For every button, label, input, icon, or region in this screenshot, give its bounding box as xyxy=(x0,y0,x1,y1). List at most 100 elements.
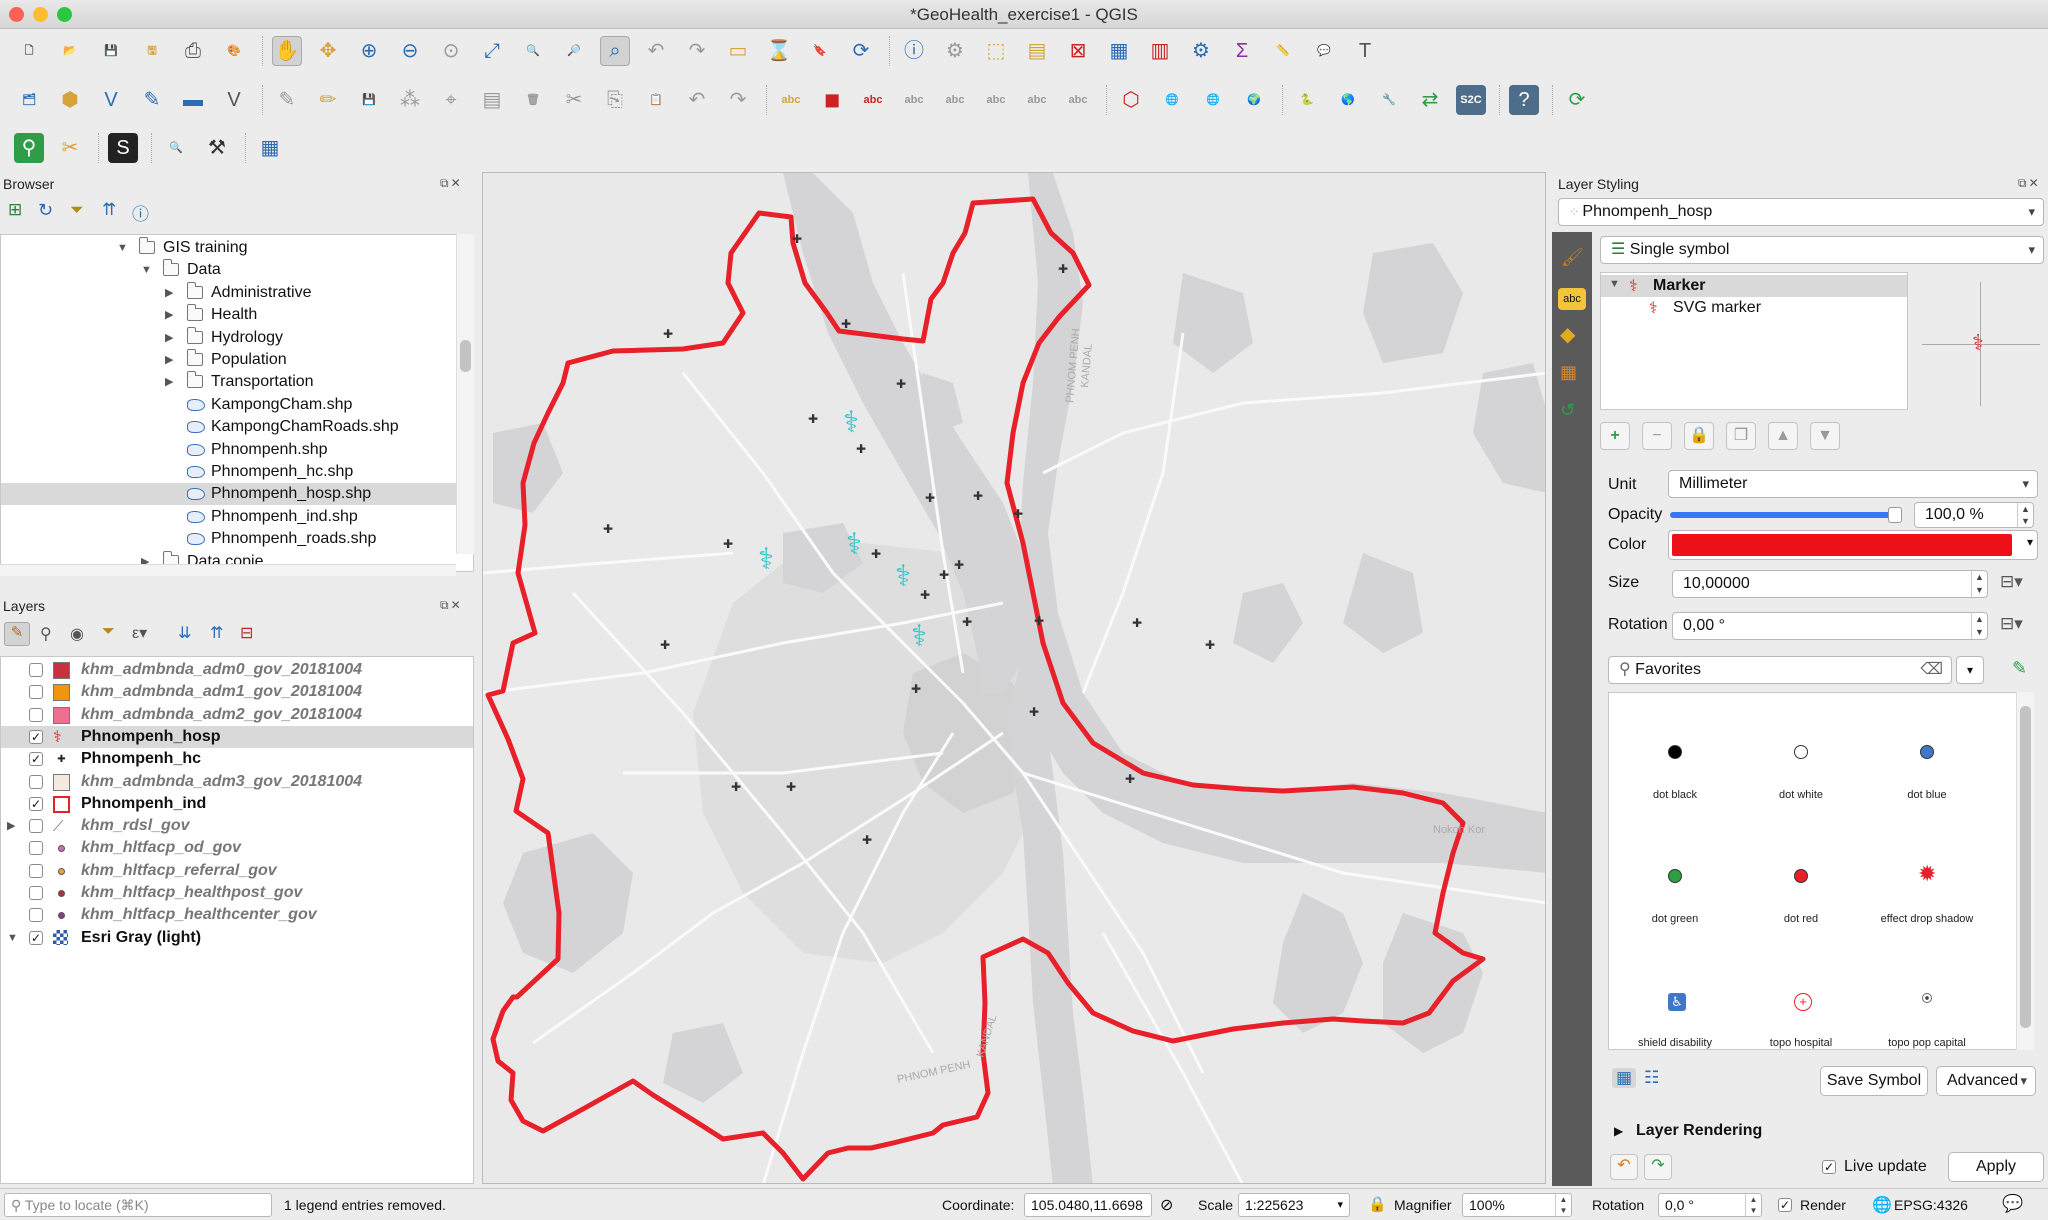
browser-panel-buttons[interactable]: ⧉✕ xyxy=(440,176,463,191)
vertex-tool-icon[interactable]: ⌖ xyxy=(436,85,466,115)
zoom-rubberband-icon[interactable]: ⊙ xyxy=(436,36,466,66)
temporal-icon[interactable]: ⌛ xyxy=(764,36,794,66)
filter-expression-icon[interactable]: ε▾ xyxy=(132,623,147,643)
layer-visibility-checkbox[interactable] xyxy=(29,663,43,677)
add-selected-icon[interactable]: ⊞ xyxy=(8,200,22,220)
cut-features-icon[interactable]: ✂ xyxy=(559,85,589,115)
label-toolbar-icon[interactable]: abc xyxy=(776,85,806,115)
layer-selector[interactable]: ⁘ Phnompenh_hosp xyxy=(1558,198,2044,226)
browser-item-caret[interactable]: ▶ xyxy=(165,304,173,326)
favorite-symbol[interactable]: ✹ effect drop shadow xyxy=(1867,831,1987,941)
browser-hscrollbar[interactable] xyxy=(0,564,456,576)
new-project-icon[interactable]: 🗋 xyxy=(14,36,44,66)
quickmap-icon[interactable]: ✂ xyxy=(55,133,85,163)
layer-item[interactable]: khm_admbnda_adm1_gov_20181004 xyxy=(1,681,473,703)
layer-item[interactable]: ▶ ⟋ khm_rdsl_gov xyxy=(1,815,473,837)
browser-item[interactable]: ▶ Population xyxy=(1,349,457,371)
size-input[interactable]: 10,00000 ▲ ▼ xyxy=(1672,570,1988,598)
python-console-icon[interactable]: 🐍 xyxy=(1292,85,1322,115)
delete-selected-icon[interactable]: 🗑 xyxy=(518,85,548,115)
toggle-extents-icon[interactable]: ⊘ xyxy=(1160,1195,1173,1215)
browser-item-caret[interactable]: ▶ xyxy=(165,371,173,393)
add-group-icon[interactable]: ⚲ xyxy=(40,624,52,644)
georeferencer-icon[interactable]: ⬡ xyxy=(1116,85,1146,115)
auth-icon[interactable]: 🔧 xyxy=(1374,85,1404,115)
save-project-icon[interactable]: 💾 xyxy=(96,36,126,66)
filter-icon[interactable]: ⏷ xyxy=(70,200,84,220)
marker-collapse-caret[interactable]: ▼ xyxy=(1609,278,1620,290)
text-annotation-icon[interactable]: T xyxy=(1350,36,1380,66)
highlight-labels-icon[interactable]: abc xyxy=(858,85,888,115)
hospital-point[interactable]: ⚕ xyxy=(895,560,911,593)
scale-lock-icon[interactable]: 🔒 xyxy=(1368,1195,1387,1213)
print-layout-icon[interactable]: ⎙ xyxy=(178,36,208,66)
processing-toolbox-icon[interactable]: ⚙ xyxy=(1186,36,1216,66)
favorite-symbol[interactable]: dot blue xyxy=(1867,707,1987,817)
browser-item[interactable]: Phnompenh_hosp.shp xyxy=(1,483,457,506)
show-bookmarks-icon[interactable]: 🔖 xyxy=(805,36,835,66)
statistics-icon[interactable]: Σ xyxy=(1227,36,1257,66)
layer-visibility-checkbox[interactable] xyxy=(29,707,43,722)
move-down-button[interactable]: ▼ xyxy=(1810,422,1840,450)
new-temp-layer-icon[interactable]: ▬ xyxy=(178,85,208,115)
favorite-symbol[interactable]: topo pop capital xyxy=(1867,955,1987,1049)
save-symbol-button[interactable]: Save Symbol xyxy=(1820,1066,1928,1096)
save-edits-icon[interactable]: 💾 xyxy=(354,85,384,115)
browser-item[interactable]: Phnompenh_ind.shp xyxy=(1,506,457,528)
style-manager-icon[interactable]: 🎨 xyxy=(219,36,249,66)
browser-item-caret[interactable]: ▼ xyxy=(141,259,152,281)
properties-icon[interactable]: ⓘ xyxy=(132,200,149,225)
favorites-grid[interactable]: dot black dot white dot blue dot green dot r… xyxy=(1608,692,2034,1050)
help-icon[interactable]: ? xyxy=(1509,85,1539,115)
zoom-to-layer-icon[interactable]: 🔎 xyxy=(559,36,589,66)
change-label-icon[interactable]: abc xyxy=(1063,85,1093,115)
layer-visibility-checkbox[interactable] xyxy=(29,886,43,900)
layer-item[interactable]: khm_hltfacp_referral_gov xyxy=(1,860,473,882)
opacity-spinner[interactable]: ▲ ▼ xyxy=(2017,503,2033,527)
symbol-tree-marker[interactable]: Marker xyxy=(1653,277,1705,295)
map-tips-icon[interactable]: 💬 xyxy=(1309,36,1339,66)
layer-item[interactable]: khm_admbnda_adm0_gov_20181004 xyxy=(1,659,473,681)
rotation-status-field[interactable]: 0,0 ° ▲ ▼ xyxy=(1658,1193,1762,1217)
remove-layer-icon[interactable]: ⊟ xyxy=(240,623,253,643)
favorite-symbol[interactable]: dot green xyxy=(1615,831,1735,941)
lock-symbol-layer-button[interactable]: 🔒 xyxy=(1684,422,1714,450)
web-globe-icon[interactable]: 🌎 xyxy=(1333,85,1363,115)
tools-icon[interactable]: ⚒ xyxy=(202,133,232,163)
magnifier-spinner[interactable]: ▲ ▼ xyxy=(1555,1194,1571,1216)
color-dropdown-icon[interactable]: ▾ xyxy=(2027,535,2033,549)
symbology-tab-icon[interactable]: 🖌 xyxy=(1561,247,1584,268)
wms-icon[interactable]: 🌐 xyxy=(1157,85,1187,115)
layer-item[interactable]: ✓ ✚ Phnompenh_hc xyxy=(1,748,473,770)
symbol-tree-svg-marker[interactable]: SVG marker xyxy=(1673,299,1761,317)
edits-icon[interactable]: ✎ xyxy=(272,85,302,115)
new-spatialite-icon[interactable]: ✎ xyxy=(137,85,167,115)
redo-edit-icon[interactable]: ↷ xyxy=(723,85,753,115)
identify-icon[interactable]: ⓘ xyxy=(899,36,929,66)
3d-tab-icon[interactable]: ◆ xyxy=(1560,322,1575,347)
move-label-icon[interactable]: abc xyxy=(981,85,1011,115)
redo-button[interactable]: ↷ xyxy=(1644,1154,1672,1180)
copy-features-icon[interactable]: ⎘ xyxy=(600,85,630,115)
size-data-defined-icon[interactable]: ⊟▾ xyxy=(2000,572,2023,592)
scale-field[interactable]: 1:225623 ▾ xyxy=(1238,1193,1350,1217)
wfs-icon[interactable]: 🌐 xyxy=(1198,85,1228,115)
zoom-window-button[interactable] xyxy=(57,7,72,22)
layer-expand-caret[interactable]: ▶ xyxy=(7,815,15,837)
new-shapefile-icon[interactable]: V xyxy=(96,85,126,115)
magnifier-field[interactable]: 100% ▲ ▼ xyxy=(1462,1193,1572,1217)
layer-visibility-checkbox[interactable]: ✓ xyxy=(29,796,43,811)
layer-visibility-checkbox[interactable]: ✓ xyxy=(29,729,43,744)
select-feature-icon[interactable]: ⬚ xyxy=(981,36,1011,66)
live-update-checkbox[interactable]: ✓ xyxy=(1822,1160,1836,1174)
layer-item[interactable]: khm_admbnda_adm3_gov_20181004 xyxy=(1,771,473,793)
layer-visibility-checkbox[interactable]: ✓ xyxy=(29,752,43,767)
opacity-input[interactable]: 100,0 % ▲ ▼ xyxy=(1914,502,2034,528)
hospital-point[interactable]: ⚕ xyxy=(758,543,774,576)
styling-panel-buttons[interactable]: ⧉✕ xyxy=(2018,176,2041,191)
refresh-icon[interactable]: ↻ xyxy=(38,200,53,221)
hospital-point[interactable]: ⚕ xyxy=(911,620,927,653)
layer-item[interactable]: ✓ Phnompenh_ind xyxy=(1,793,473,815)
favorite-symbol[interactable]: dot white xyxy=(1741,707,1861,817)
zoom-next-icon[interactable]: ↷ xyxy=(682,36,712,66)
